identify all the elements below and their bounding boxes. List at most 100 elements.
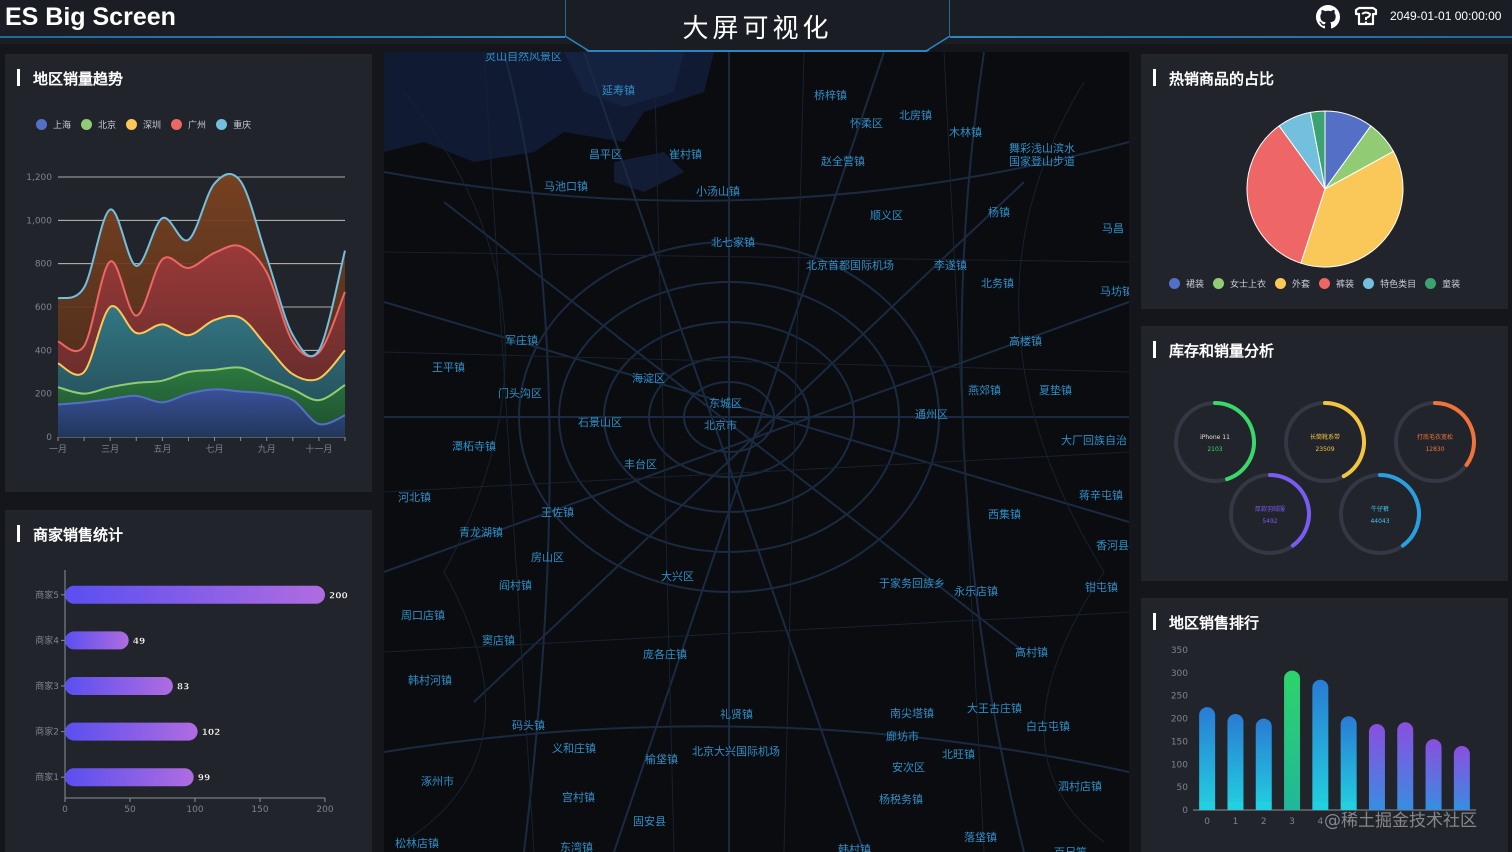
map-place-label: 香河县 <box>1096 539 1129 552</box>
x-tick-label: 1 <box>1233 817 1239 827</box>
inventory-rings-chart[interactable]: iPhone 11 2103 长筒靴系带 23509 打底毛衣宽松 12830 厚款羽绒服 5… <box>1141 326 1508 581</box>
map-place-label: 北旺镇 <box>942 748 975 761</box>
map-place-label: 榆垡镇 <box>645 753 678 766</box>
github-icon[interactable] <box>1316 5 1340 29</box>
map-place-label: 固安县 <box>633 815 666 828</box>
region-trend-chart[interactable]: 0 200 400 600 800 1,000 1,200 一月 三月 五月 七月 九月 十一月 <box>5 54 372 492</box>
map-place-label: 灵山自然风景区 <box>485 52 562 63</box>
map[interactable]: 怀柔区 北房镇 延寿镇 桥梓镇 木林镇 舞彩浅山滨水 国家登山步道 昌平区 崔村镇 赵全营镇 马池口… <box>384 52 1129 852</box>
rank-bar[interactable] <box>1425 739 1442 810</box>
map-place-label: 王佐镇 <box>541 506 574 519</box>
ring-name: 厚款羽绒服 <box>1255 505 1285 513</box>
map-place-label: 东湾镇 <box>560 841 593 852</box>
y-tick-label: 0 <box>46 433 52 443</box>
datetime: 2049-01-01 00:00:00 <box>1390 9 1502 23</box>
bar-value-label: 99 <box>198 774 211 784</box>
merchant-bar[interactable] <box>65 768 194 787</box>
map-place-label: 大厂回族自治 <box>1061 434 1127 447</box>
map-place-label: 马坊镇 <box>1100 285 1129 298</box>
ring-name: 长筒靴系带 <box>1310 433 1340 441</box>
y-tick-label: 400 <box>35 346 52 356</box>
merchant-bar[interactable] <box>65 677 173 695</box>
legend-dot-icon <box>1169 278 1180 289</box>
y-tick-label: 600 <box>35 303 52 313</box>
hot-goods-legend[interactable]: 裙装 女士上衣 外套 裤装 特色类目 童装 <box>1169 277 1469 290</box>
hot-goods-legend-item[interactable]: 特色类目 <box>1363 277 1416 290</box>
rank-bar[interactable] <box>1227 714 1244 810</box>
y-tick-label: 商家1 <box>35 771 59 783</box>
bar-value-label: 102 <box>202 728 221 738</box>
map-place-label: 礼贤镇 <box>720 708 753 721</box>
bar-value-label: 200 <box>329 591 348 601</box>
y-tick-label: 商家5 <box>35 589 59 601</box>
merchant-chart[interactable]: 0 50 100 150 200 商家1 99 商家2 102 商家3 83 商家4 49 商家5 200 <box>5 510 372 852</box>
faq-icon[interactable] <box>1353 6 1379 28</box>
rank-bar[interactable] <box>1340 716 1357 810</box>
map-place-label: 高村镇 <box>1015 646 1048 659</box>
map-place-label: 北七家镇 <box>711 236 755 249</box>
hot-goods-pie-chart[interactable] <box>1141 54 1508 274</box>
x-tick-label: 五月 <box>153 444 171 455</box>
map-place-label: 木林镇 <box>949 126 982 139</box>
y-tick-label: 150 <box>1171 737 1188 747</box>
map-place-label: 义和庄镇 <box>552 742 596 755</box>
ring-value: 5492 <box>1262 518 1277 525</box>
bar-value-label: 83 <box>177 683 190 693</box>
map-place-label: 白古屯镇 <box>1026 720 1070 733</box>
inventory-panel: 库存和销量分析 iPhone 11 2103 长筒靴系带 23509 打底毛衣宽松 128… <box>1141 326 1508 581</box>
ring-progress[interactable] <box>1213 401 1256 482</box>
screen-title: 大屏可视化 <box>682 14 833 44</box>
legend-dot-icon <box>1213 278 1225 289</box>
map-place-label: 北务镇 <box>981 277 1014 290</box>
map-place-label: 李遂镇 <box>934 259 967 272</box>
rank-bar[interactable] <box>1284 670 1301 810</box>
map-place-label: 松林店镇 <box>395 837 439 850</box>
rank-bar[interactable] <box>1397 722 1414 810</box>
ring-value: 12830 <box>1425 446 1444 453</box>
rank-bar-base <box>1227 802 1244 810</box>
map-place-label: 通州区 <box>915 408 948 421</box>
hot-goods-legend-item[interactable]: 童装 <box>1425 277 1460 290</box>
map-place-label: 西集镇 <box>988 508 1021 521</box>
hot-goods-legend-item[interactable]: 裤装 <box>1319 277 1354 290</box>
map-place-label: 东城区 <box>709 397 742 410</box>
merchant-bar[interactable] <box>65 631 129 650</box>
y-tick-label: 0 <box>1182 806 1188 816</box>
map-place-label: 北房镇 <box>899 109 932 122</box>
rank-bar[interactable] <box>1199 707 1216 810</box>
map-place-label: 延寿镇 <box>602 84 635 97</box>
map-place-label: 阎村镇 <box>499 579 532 592</box>
rank-bar[interactable] <box>1312 679 1329 810</box>
map-place-label: 石景山区 <box>578 416 622 429</box>
merchant-bar[interactable] <box>65 585 325 604</box>
map-place-label: 韩村镇 <box>838 843 871 852</box>
ring-value: 23509 <box>1315 446 1334 453</box>
x-tick-label: 一月 <box>49 444 67 455</box>
map-place-label: 韩村河镇 <box>408 674 452 687</box>
ring-name: 牛仔裤 <box>1371 505 1389 513</box>
x-tick-label: 三月 <box>101 444 119 455</box>
y-tick-label: 800 <box>35 260 52 270</box>
map-place-label: 怀柔区 <box>850 117 883 130</box>
ring-name: 打底毛衣宽松 <box>1417 433 1453 441</box>
hot-goods-legend-item[interactable]: 女士上衣 <box>1213 277 1266 290</box>
y-tick-label: 350 <box>1171 646 1188 656</box>
map-place-label: 廊坊市 <box>886 730 919 743</box>
rank-bar[interactable] <box>1368 724 1385 810</box>
ring-value: 44043 <box>1370 518 1389 525</box>
hot-goods-legend-item[interactable]: 裙装 <box>1169 277 1204 290</box>
map-place-label: 窦店镇 <box>482 634 515 647</box>
hot-goods-legend-label: 外套 <box>1292 280 1311 290</box>
y-tick-label: 1,000 <box>26 216 52 226</box>
hot-goods-legend-item[interactable]: 外套 <box>1275 277 1310 290</box>
map-place-label: 北京大兴国际机场 <box>692 745 780 758</box>
rank-bar[interactable] <box>1255 718 1272 810</box>
map-place-label: 国家登山步道 <box>1009 155 1075 168</box>
hot-goods-legend-label: 裤装 <box>1336 280 1355 290</box>
x-tick-label: 九月 <box>258 444 276 455</box>
legend-dot-icon <box>1363 278 1375 289</box>
rank-bar[interactable] <box>1453 746 1470 810</box>
bar-value-label: 49 <box>133 637 146 647</box>
merchant-bar[interactable] <box>65 722 198 741</box>
map-place-label: 青龙湖镇 <box>459 526 503 539</box>
